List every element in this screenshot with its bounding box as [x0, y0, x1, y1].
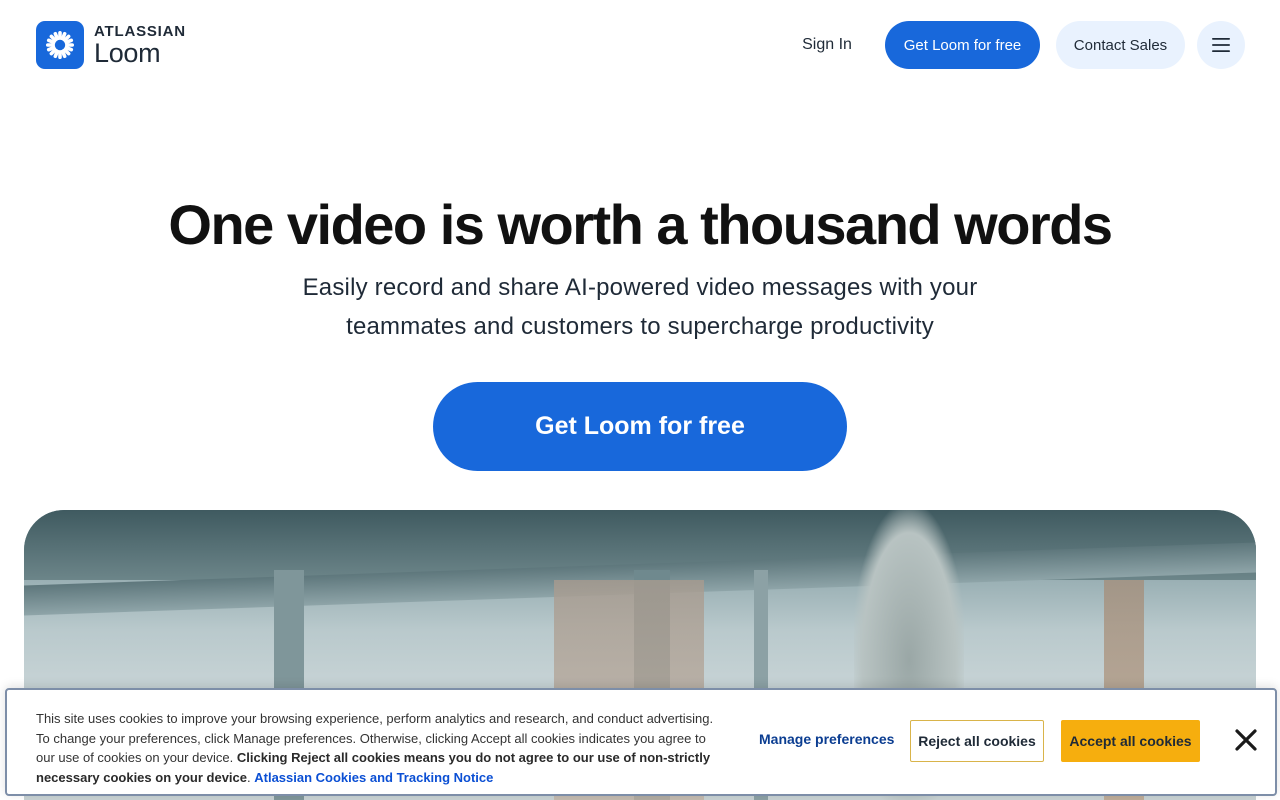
- logo-product: Loom: [94, 37, 161, 68]
- reject-cookies-button[interactable]: Reject all cookies: [910, 720, 1044, 762]
- loom-starburst-icon: [36, 21, 84, 69]
- logo-brand: ATLASSIAN: [94, 22, 186, 40]
- cookie-notice-text: This site uses cookies to improve your b…: [36, 709, 716, 787]
- contact-sales-button[interactable]: Contact Sales: [1056, 21, 1185, 69]
- get-loom-header-button[interactable]: Get Loom for free: [885, 21, 1040, 69]
- manage-preferences-button[interactable]: Manage preferences: [759, 731, 894, 747]
- close-icon: [1235, 729, 1257, 751]
- cookie-text-period: .: [247, 769, 251, 785]
- site-header: ATLASSIAN Loom Sign In Get Loom for free…: [0, 0, 1280, 92]
- close-cookie-banner-button[interactable]: [1233, 727, 1259, 753]
- hero-title: One video is worth a thousand words: [168, 193, 1113, 256]
- get-loom-hero-button[interactable]: Get Loom for free: [433, 382, 847, 471]
- accept-cookies-button[interactable]: Accept all cookies: [1061, 720, 1200, 762]
- sign-in-link[interactable]: Sign In: [788, 28, 866, 62]
- atlassian-loom-logo[interactable]: ATLASSIAN Loom: [36, 21, 186, 69]
- cookie-banner: This site uses cookies to improve your b…: [5, 688, 1277, 796]
- hero-subtitle: Easily record and share AI-powered video…: [302, 274, 978, 340]
- logo-wordmark: ATLASSIAN Loom: [94, 24, 186, 67]
- hamburger-menu-icon: [1212, 38, 1230, 52]
- cookie-notice-link[interactable]: Atlassian Cookies and Tracking Notice: [254, 770, 493, 785]
- menu-button[interactable]: [1197, 21, 1245, 69]
